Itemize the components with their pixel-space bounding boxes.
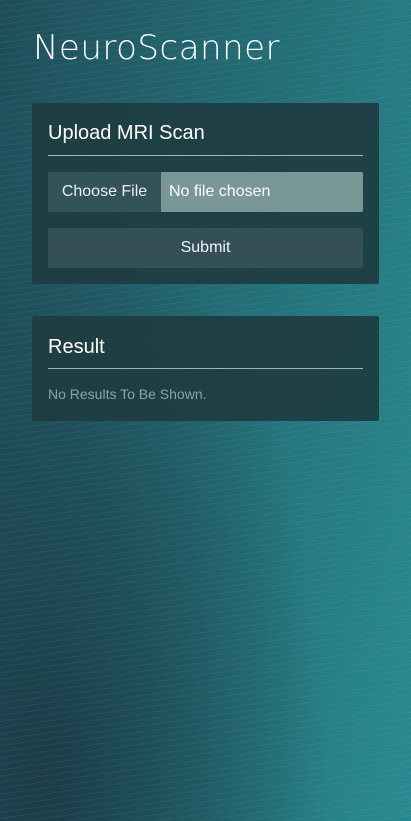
upload-panel: Upload MRI Scan Choose File No file chos… (32, 103, 379, 284)
choose-file-button[interactable]: Choose File (48, 172, 161, 212)
file-status: No file chosen (161, 172, 363, 212)
upload-heading: Upload MRI Scan (48, 122, 205, 144)
submit-button[interactable]: Submit (48, 228, 363, 268)
result-panel: Result No Results To Be Shown. (32, 316, 379, 421)
divider (48, 368, 363, 369)
divider (48, 155, 363, 156)
app-title: NeuroScanner (33, 28, 281, 68)
result-heading: Result (48, 336, 105, 358)
file-input[interactable]: Choose File No file chosen (48, 172, 363, 212)
result-message: No Results To Be Shown. (48, 386, 207, 402)
